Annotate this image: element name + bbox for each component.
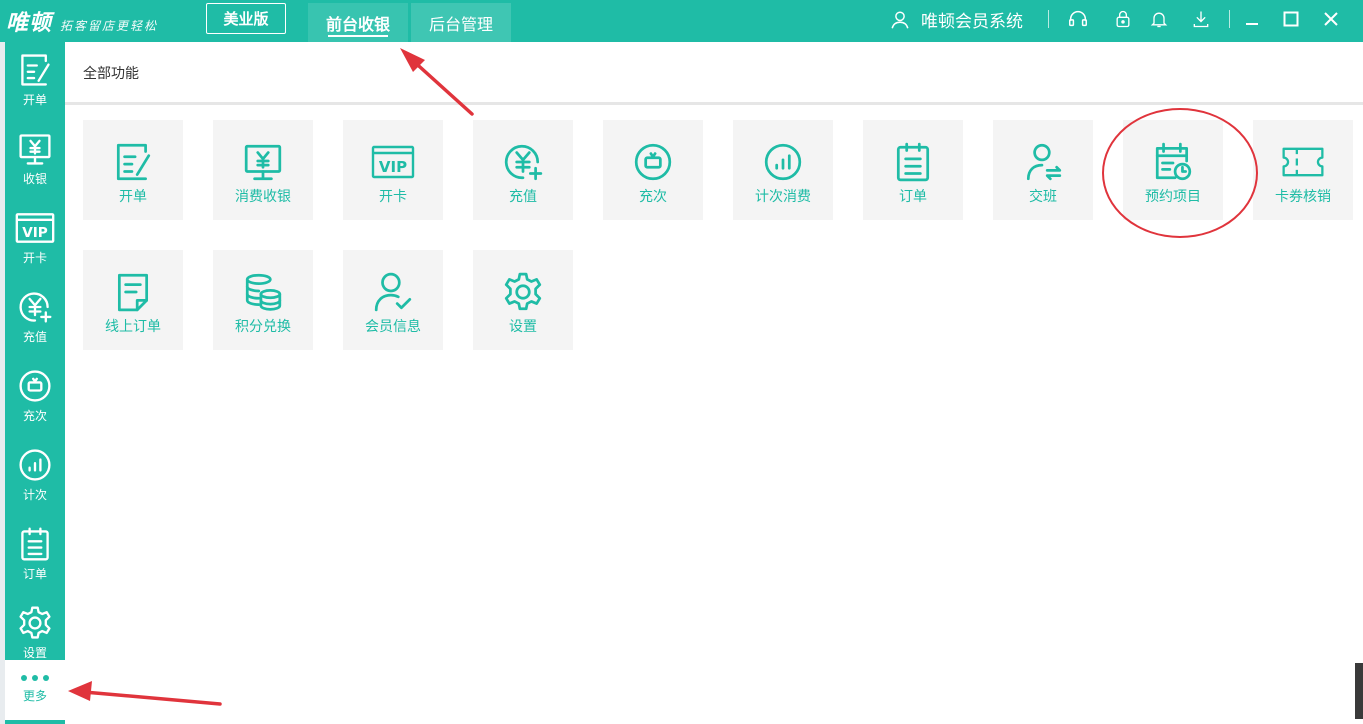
sidebar-item-top-up[interactable]: 充值 xyxy=(5,279,65,358)
bell-icon[interactable] xyxy=(1147,7,1171,31)
monitor-yen-icon xyxy=(15,129,55,169)
section-divider xyxy=(65,102,1363,105)
tile-label: 充值 xyxy=(509,189,537,205)
tile-label: 订单 xyxy=(899,189,927,205)
sidebar-item-label: 订单 xyxy=(22,567,47,581)
tile-orders[interactable]: 订单 xyxy=(863,120,963,220)
tab-back-office[interactable]: 后台管理 xyxy=(411,3,511,42)
user-check-icon xyxy=(371,270,415,314)
tile-recharge-times[interactable]: 充次 xyxy=(603,120,703,220)
active-tab-underline xyxy=(328,35,388,37)
sidebar-item-open-order[interactable]: 开单 xyxy=(5,42,65,121)
tile-label: 会员信息 xyxy=(365,319,421,335)
tile-label: 充次 xyxy=(639,189,667,205)
sidebar-more-button[interactable]: 更多 xyxy=(5,660,65,720)
sidebar-item-recharge-times[interactable]: 充次 xyxy=(5,358,65,437)
annotation-arrow xyxy=(68,681,222,706)
maximize-icon[interactable] xyxy=(1279,7,1303,31)
tile-open-order[interactable]: 开单 xyxy=(83,120,183,220)
download-icon[interactable] xyxy=(1189,7,1213,31)
clipboard-list-icon xyxy=(15,524,55,564)
tile-count-consume[interactable]: 计次消费 xyxy=(733,120,833,220)
divider xyxy=(1229,10,1230,28)
bar-chart-icon xyxy=(761,140,805,184)
tile-coupon-verify[interactable]: 卡券核销 xyxy=(1253,120,1353,220)
tile-label: 积分兑换 xyxy=(235,319,291,335)
tab-front-desk-label: 前台收银 xyxy=(325,14,390,34)
tile-label: 卡券核销 xyxy=(1275,189,1331,205)
sidebar-item-orders[interactable]: 订单 xyxy=(5,516,65,595)
tile-label: 线上订单 xyxy=(105,319,161,335)
yen-plus-icon xyxy=(15,287,55,327)
sidebar-item-label: 收银 xyxy=(22,172,47,186)
coins-icon xyxy=(241,270,285,314)
gear-icon xyxy=(501,270,545,314)
user-shift-icon xyxy=(1021,140,1065,184)
divider xyxy=(1048,10,1049,28)
tab-front-desk[interactable]: 前台收银 xyxy=(308,3,408,42)
annotation-circle xyxy=(1102,108,1258,238)
tile-online-orders[interactable]: 线上订单 xyxy=(83,250,183,350)
lock-icon[interactable] xyxy=(1111,7,1135,31)
yen-plus-icon xyxy=(501,140,545,184)
system-name: 唯顿会员系统 xyxy=(921,12,1023,32)
tile-points-exchange[interactable]: 积分兑换 xyxy=(213,250,313,350)
scrollbar-fragment xyxy=(1355,663,1363,719)
recharge-times-icon xyxy=(15,366,55,406)
sidebar-item-open-card[interactable]: VIP 开卡 xyxy=(5,200,65,279)
sidebar-item-label: 开卡 xyxy=(22,251,47,265)
more-label: 更多 xyxy=(22,689,47,703)
logo-main-text: 唯顿 xyxy=(6,10,53,36)
edition-badge[interactable]: 美业版 xyxy=(206,3,286,34)
tile-label: 开卡 xyxy=(379,189,407,205)
tile-member-info[interactable]: 会员信息 xyxy=(343,250,443,350)
sidebar-item-cashier[interactable]: 收银 xyxy=(5,121,65,200)
monitor-yen-icon xyxy=(241,140,285,184)
user-icon xyxy=(891,10,909,28)
sidebar-item-label: 充次 xyxy=(22,409,47,423)
logo-slogan: 拓客留店更轻松 xyxy=(60,19,159,33)
tile-top-up[interactable]: 充值 xyxy=(473,120,573,220)
vip-card-icon: VIP xyxy=(15,208,55,248)
app-logo: 唯顿 拓客留店更轻松 xyxy=(6,5,158,37)
document-icon xyxy=(111,270,155,314)
clipboard-list-icon xyxy=(891,140,935,184)
sidebar-item-label: 充值 xyxy=(22,330,47,344)
section-title: 全部功能 xyxy=(83,66,139,82)
tile-open-card[interactable]: VIP 开卡 xyxy=(343,120,443,220)
minimize-icon[interactable] xyxy=(1240,7,1264,31)
sidebar-item-count[interactable]: 计次 xyxy=(5,437,65,516)
tile-settings[interactable]: 设置 xyxy=(473,250,573,350)
bar-chart-icon xyxy=(15,445,55,485)
account-menu[interactable]: 唯顿会员系统 xyxy=(889,7,1023,32)
tile-label: 设置 xyxy=(509,319,537,335)
tile-label: 计次消费 xyxy=(755,189,811,205)
tile-label: 开单 xyxy=(119,189,147,205)
recharge-times-icon xyxy=(631,140,675,184)
top-bar: 唯顿 拓客留店更轻松 美业版 前台收银 后台管理 唯顿会员系统 xyxy=(0,0,1363,42)
more-dots-icon xyxy=(21,675,49,681)
annotation-arrows xyxy=(68,48,474,706)
tile-label: 交班 xyxy=(1029,189,1057,205)
sidebar: 开单 收银 VIP 开卡 充值 充次 计次 订单 设置 xyxy=(5,42,65,724)
headset-icon[interactable] xyxy=(1066,7,1090,31)
sidebar-item-label: 设置 xyxy=(22,646,47,660)
vip-card-icon: VIP xyxy=(371,140,415,184)
sidebar-item-label: 计次 xyxy=(22,488,47,502)
ticket-icon xyxy=(1281,140,1325,184)
tab-back-office-label: 后台管理 xyxy=(428,14,493,34)
close-icon[interactable] xyxy=(1319,7,1343,31)
tile-shift-handover[interactable]: 交班 xyxy=(993,120,1093,220)
edit-icon xyxy=(111,140,155,184)
svg-text:VIP: VIP xyxy=(379,158,407,176)
sidebar-item-label: 开单 xyxy=(22,93,47,107)
edit-icon xyxy=(15,50,55,90)
tile-label: 消费收银 xyxy=(235,189,291,205)
svg-text:VIP: VIP xyxy=(22,225,48,241)
tile-consume-cashier[interactable]: 消费收银 xyxy=(213,120,313,220)
gear-icon xyxy=(15,603,55,643)
